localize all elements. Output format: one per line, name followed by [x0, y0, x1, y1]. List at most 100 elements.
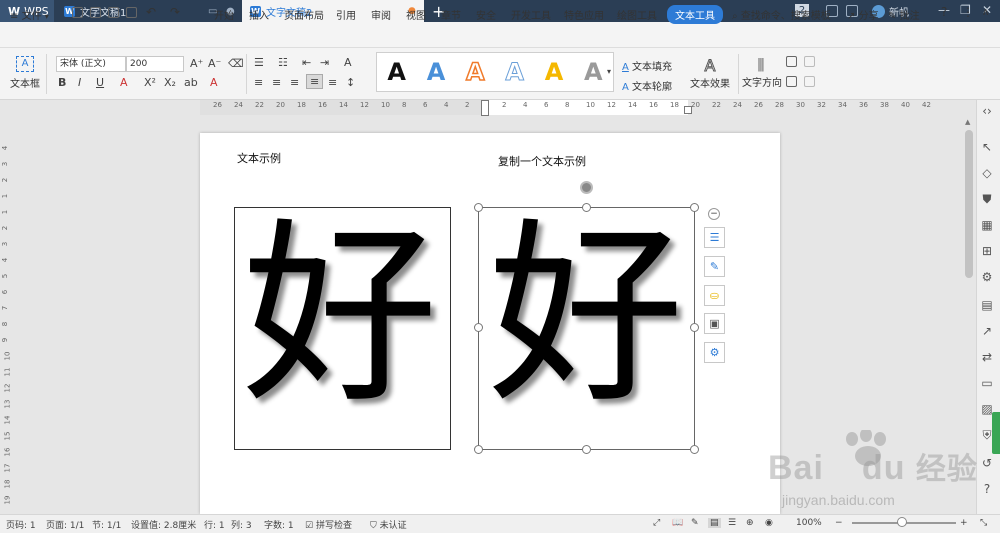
layout-options-icon[interactable]: [804, 56, 815, 67]
style-black[interactable]: A: [387, 58, 406, 86]
edit-mode-icon[interactable]: ✎: [691, 518, 699, 528]
read-mode-icon[interactable]: 📖: [672, 518, 683, 528]
font-color-icon[interactable]: A: [210, 76, 218, 89]
resize-handle-top-right[interactable]: [690, 203, 699, 212]
textbox-button[interactable]: A 文本框: [8, 54, 42, 94]
resize-handle-bottom[interactable]: [582, 445, 591, 454]
share-button[interactable]: ↗ 分享: [847, 7, 879, 22]
more-tools-icon[interactable]: ⚙: [704, 342, 725, 363]
increase-indent-icon[interactable]: ⇥: [320, 56, 329, 69]
bullet-list-icon[interactable]: ☰: [254, 56, 264, 69]
menu-chapter[interactable]: 章节: [441, 7, 461, 22]
textbox-copy[interactable]: 好: [478, 207, 695, 450]
comment-button[interactable]: ✎ 批注: [888, 7, 920, 22]
collapse-sidebar-icon[interactable]: ‹›: [980, 104, 994, 118]
web-view-icon[interactable]: ⊕: [746, 518, 754, 528]
select-icon[interactable]: ↖: [980, 140, 994, 154]
textbox-original[interactable]: 好: [234, 207, 451, 450]
font-size-select[interactable]: 200: [126, 56, 184, 72]
rotate-handle-icon[interactable]: [580, 181, 593, 194]
table-icon[interactable]: ▦: [980, 218, 994, 232]
menu-start[interactable]: 开始: [214, 7, 234, 22]
textbox-original-text[interactable]: 好: [242, 218, 438, 414]
menu-security[interactable]: 安全: [476, 7, 496, 22]
scroll-up-icon[interactable]: ▲: [965, 118, 970, 126]
style-light-outline[interactable]: A: [505, 58, 525, 87]
right-indent-marker[interactable]: [684, 106, 692, 114]
more-icon[interactable]: ⋮: [962, 5, 974, 19]
export-icon[interactable]: [90, 7, 101, 18]
fill-icon[interactable]: ⛊: [980, 192, 994, 206]
bold-icon[interactable]: B: [58, 76, 66, 89]
collapse-tools-icon[interactable]: −: [708, 208, 720, 220]
fill-tool-icon[interactable]: ⛀: [704, 285, 725, 306]
resize-handle-top-left[interactable]: [474, 203, 483, 212]
preview-icon[interactable]: [126, 7, 137, 18]
text-fill-button[interactable]: A 文本填充: [622, 58, 672, 73]
resize-handle-bottom-left[interactable]: [474, 445, 483, 454]
grid-icon[interactable]: ⊞: [980, 244, 994, 258]
menu-insert[interactable]: 插入: [249, 7, 269, 22]
collapse-icon[interactable]: ∧: [982, 7, 989, 18]
numbered-list-icon[interactable]: ☷: [278, 56, 288, 69]
indent-marker[interactable]: [481, 100, 489, 116]
style-gold[interactable]: A: [545, 58, 564, 86]
align-top-icon[interactable]: [786, 56, 797, 67]
menu-references[interactable]: 引用: [336, 7, 356, 22]
distribute-icon[interactable]: ≡: [328, 76, 337, 89]
caption-right[interactable]: 复制一个文本示例: [498, 153, 586, 169]
caption-left[interactable]: 文本示例: [237, 150, 281, 166]
print-icon[interactable]: [108, 7, 119, 18]
page-view-icon[interactable]: ▤: [708, 518, 721, 528]
phonetic-icon[interactable]: ab: [184, 76, 198, 89]
align-center-icon[interactable]: ≡: [272, 76, 281, 89]
shrink-font-icon[interactable]: A⁻: [208, 57, 221, 70]
help-icon[interactable]: ?: [941, 5, 947, 19]
text-outline-button[interactable]: A 文本轮廓: [622, 78, 672, 93]
resize-handle-top[interactable]: [582, 203, 591, 212]
text-style-gallery[interactable]: A A A A A A: [376, 52, 614, 92]
spell-check-button[interactable]: ☑ 拼写检查: [305, 518, 352, 531]
resize-handle-bottom-right[interactable]: [690, 445, 699, 454]
menu-page-layout[interactable]: 页面布局: [284, 7, 324, 22]
clear-format-icon[interactable]: ⌫: [228, 57, 244, 70]
menu-view[interactable]: 视图: [406, 7, 426, 22]
redo-icon[interactable]: ↷: [170, 5, 180, 19]
menu-drawing-tools[interactable]: 绘图工具: [617, 7, 657, 22]
subscript-icon[interactable]: X₂: [164, 76, 176, 89]
style-gray[interactable]: A: [584, 58, 603, 86]
textbox-copy-text[interactable]: 好: [488, 218, 684, 414]
status-setting[interactable]: 设置值: 2.8厘米: [131, 518, 196, 531]
line-spacing-icon[interactable]: ↕: [346, 76, 355, 89]
text-direction-button[interactable]: ⫼ 文字方向: [742, 56, 782, 89]
menu-review[interactable]: 审阅: [371, 7, 391, 22]
menu-text-tools[interactable]: 文本工具: [667, 5, 723, 24]
review-icon[interactable]: ▤: [980, 298, 994, 312]
shapes-icon[interactable]: ◇: [980, 166, 994, 180]
pen-tool-icon[interactable]: ✎: [704, 256, 725, 277]
menu-developer[interactable]: 开发工具: [511, 7, 551, 22]
save-icon[interactable]: [72, 7, 83, 18]
text-effect-button[interactable]: A 文本效果: [686, 56, 734, 91]
strikethrough-icon[interactable]: A: [120, 76, 128, 89]
decrease-indent-icon[interactable]: ⇤: [302, 56, 311, 69]
align-bottom-icon[interactable]: [786, 76, 797, 87]
undo-icon[interactable]: ↶: [146, 5, 156, 19]
status-words[interactable]: 字数: 1: [264, 518, 294, 531]
underline-icon[interactable]: U: [96, 76, 104, 89]
search-command[interactable]: ⌕ 查找命令、搜索模板: [732, 7, 831, 22]
superscript-icon[interactable]: X²: [144, 76, 156, 89]
style-blue[interactable]: A: [427, 58, 446, 86]
justify-icon[interactable]: ≡: [306, 74, 324, 89]
scrollbar-thumb[interactable]: [965, 130, 973, 278]
text-size-icon[interactable]: A: [344, 56, 352, 69]
italic-icon[interactable]: I: [78, 76, 81, 89]
grow-font-icon[interactable]: A⁺: [190, 57, 203, 70]
focus-mode-icon[interactable]: ⤢: [653, 518, 660, 528]
share-side-icon[interactable]: ↗: [980, 324, 994, 338]
frame-tool-icon[interactable]: ▣: [704, 313, 725, 334]
tab-document-2[interactable]: W 文字文稿2 ●: [242, 0, 424, 22]
file-menu[interactable]: ≡ 文件 ▾: [10, 7, 49, 22]
archive-icon[interactable]: ▭: [980, 376, 994, 390]
layout-tool-icon[interactable]: ☰: [704, 227, 725, 248]
